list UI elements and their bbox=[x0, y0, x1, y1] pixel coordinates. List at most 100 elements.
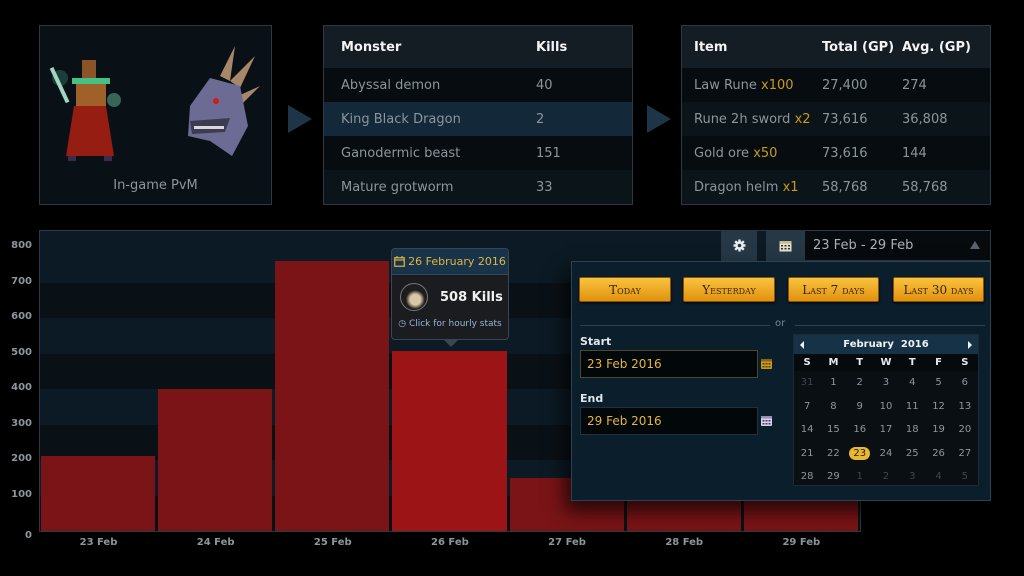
start-date-input[interactable]: 23 Feb 2016 bbox=[580, 350, 758, 378]
table-row[interactable]: Law Rune x100 27,400 274 bbox=[682, 68, 990, 102]
end-date-input[interactable]: 29 Feb 2016 bbox=[580, 407, 758, 435]
bar-23-feb[interactable] bbox=[41, 456, 156, 531]
table-row[interactable]: King Black Dragon 2 bbox=[324, 102, 632, 136]
divider bbox=[580, 325, 770, 326]
column-header-total: Total (GP) bbox=[822, 39, 895, 55]
calendar-day[interactable]: 22 bbox=[820, 448, 846, 459]
calendar-day[interactable]: 24 bbox=[873, 448, 899, 459]
calendar-day[interactable]: 31 bbox=[794, 377, 820, 388]
date-picker-dropdown: Today Yesterday Last 7 days Last 30 days… bbox=[571, 261, 991, 501]
calendar-day[interactable]: 10 bbox=[873, 401, 899, 412]
calendar-day[interactable]: 17 bbox=[873, 424, 899, 435]
calendar-day[interactable]: 1 bbox=[847, 471, 873, 482]
flow-arrow-icon bbox=[288, 105, 312, 133]
monsters-table: Monster Kills Abyssal demon 40 King Blac… bbox=[323, 25, 633, 205]
calendar-day[interactable]: 13 bbox=[952, 401, 978, 412]
calendar-day[interactable]: 26 bbox=[925, 448, 951, 459]
calendar-day[interactable]: 6 bbox=[952, 377, 978, 388]
y-tick-label: 700 bbox=[11, 275, 32, 287]
calendar-day[interactable]: 14 bbox=[794, 424, 820, 435]
calendar-day[interactable]: 20 bbox=[952, 424, 978, 435]
preset-today-button[interactable]: Today bbox=[579, 277, 671, 302]
x-tick-label: 24 Feb bbox=[196, 537, 235, 548]
bar-26-feb[interactable] bbox=[392, 350, 507, 531]
calendar-day[interactable]: 21 bbox=[794, 448, 820, 459]
calendar-day[interactable]: 11 bbox=[899, 401, 925, 412]
y-tick-label: 300 bbox=[11, 417, 32, 429]
hourly-stats-link[interactable]: ◷ Click for hourly stats bbox=[392, 319, 508, 329]
hourly-stats-label: Click for hourly stats bbox=[408, 319, 502, 329]
calendar-day[interactable]: 4 bbox=[925, 471, 951, 482]
weekday-label: W bbox=[880, 357, 892, 368]
calendar-day[interactable]: 8 bbox=[820, 401, 846, 412]
x-tick-label: 25 Feb bbox=[313, 537, 352, 548]
dragon-head-sprite bbox=[188, 46, 260, 156]
item-name: Rune 2h sword bbox=[694, 111, 791, 127]
calendar-button[interactable] bbox=[766, 230, 804, 261]
x-tick-label: 26 Feb bbox=[431, 537, 469, 548]
divider bbox=[795, 325, 985, 326]
monster-kills: 151 bbox=[536, 145, 561, 161]
calendar-day[interactable]: 5 bbox=[925, 377, 951, 388]
table-row[interactable]: Dragon helm x1 58,768 58,768 bbox=[682, 170, 990, 204]
calendar-day[interactable]: 12 bbox=[925, 401, 951, 412]
date-range-dropdown[interactable]: 23 Feb - 29 Feb bbox=[804, 230, 991, 261]
y-tick-label: 600 bbox=[11, 311, 32, 322]
weekday-label: T bbox=[856, 357, 864, 368]
weekday-label: S bbox=[961, 357, 969, 368]
date-range-value: 23 Feb - 29 Feb bbox=[813, 238, 914, 253]
bar-25-feb[interactable] bbox=[275, 261, 390, 531]
calendar-day[interactable]: 19 bbox=[925, 424, 951, 435]
table-row[interactable]: Abyssal demon 40 bbox=[324, 68, 632, 102]
flow-arrow-icon bbox=[647, 105, 671, 133]
player-character-sprite bbox=[49, 60, 121, 161]
calendar-day[interactable]: 28 bbox=[794, 471, 820, 482]
item-total: 73,616 bbox=[822, 145, 868, 161]
calendar-day-selected[interactable]: 23 bbox=[847, 446, 873, 460]
calendar-day[interactable]: 29 bbox=[820, 471, 846, 482]
table-row[interactable]: Rune 2h sword x2 73,616 36,808 bbox=[682, 102, 990, 136]
prev-month-icon[interactable] bbox=[800, 340, 804, 349]
x-tick-label: 23 Feb bbox=[79, 537, 118, 548]
calendar-day[interactable]: 9 bbox=[847, 401, 873, 412]
weekday-label: T bbox=[908, 357, 916, 368]
calendar-icon[interactable] bbox=[761, 358, 772, 369]
calendar-day[interactable]: 1 bbox=[820, 377, 846, 388]
weekday-row: SMTWTFS bbox=[794, 354, 978, 371]
start-date-value: 23 Feb 2016 bbox=[587, 357, 662, 371]
calendar-day[interactable]: 18 bbox=[899, 424, 925, 435]
calendar-day[interactable]: 27 bbox=[952, 448, 978, 459]
calendar-day[interactable]: 4 bbox=[899, 377, 925, 388]
calendar-icon bbox=[779, 241, 791, 252]
calendar-day[interactable]: 25 bbox=[899, 448, 925, 459]
settings-button[interactable] bbox=[721, 230, 757, 261]
bar-24-feb[interactable] bbox=[158, 389, 273, 531]
preset-last-7-days-button[interactable]: Last 7 days bbox=[788, 277, 879, 302]
table-row[interactable]: Gold ore x50 73,616 144 bbox=[682, 136, 990, 170]
calendar-month: February bbox=[843, 339, 894, 350]
calendar-day[interactable]: 7 bbox=[794, 401, 820, 412]
preset-yesterday-button[interactable]: Yesterday bbox=[683, 277, 775, 302]
next-month-icon[interactable] bbox=[968, 340, 972, 349]
item-avg: 144 bbox=[902, 145, 927, 161]
weekday-label: S bbox=[803, 357, 811, 368]
calendar-day[interactable]: 3 bbox=[899, 471, 925, 482]
table-header: Monster Kills bbox=[324, 26, 632, 68]
calendar-widget: February 2016 SMTWTFS 31 1 2 3 4 5 6 7 8 9 10 11 12 1… bbox=[793, 334, 979, 486]
column-header-kills: Kills bbox=[536, 39, 568, 55]
table-row[interactable]: Mature grotworm 33 bbox=[324, 170, 632, 204]
calendar-day[interactable]: 16 bbox=[847, 424, 873, 435]
calendar-day[interactable]: 2 bbox=[847, 377, 873, 388]
caret-up-icon bbox=[970, 241, 980, 249]
preset-last-30-days-button[interactable]: Last 30 days bbox=[893, 277, 984, 302]
table-row[interactable]: Ganodermic beast 151 bbox=[324, 136, 632, 170]
pvm-card[interactable]: In-game PvM bbox=[39, 25, 272, 205]
calendar-day[interactable]: 3 bbox=[873, 377, 899, 388]
calendar-icon[interactable] bbox=[761, 415, 772, 426]
calendar-day[interactable]: 2 bbox=[873, 471, 899, 482]
calendar-day[interactable]: 5 bbox=[952, 471, 978, 482]
calendar-day[interactable]: 15 bbox=[820, 424, 846, 435]
bar-tooltip[interactable]: 26 February 2016 508 Kills ◷ Click for h… bbox=[391, 248, 509, 347]
calendar-title: February 2016 bbox=[843, 339, 928, 350]
y-tick-label: 800 bbox=[11, 240, 32, 251]
